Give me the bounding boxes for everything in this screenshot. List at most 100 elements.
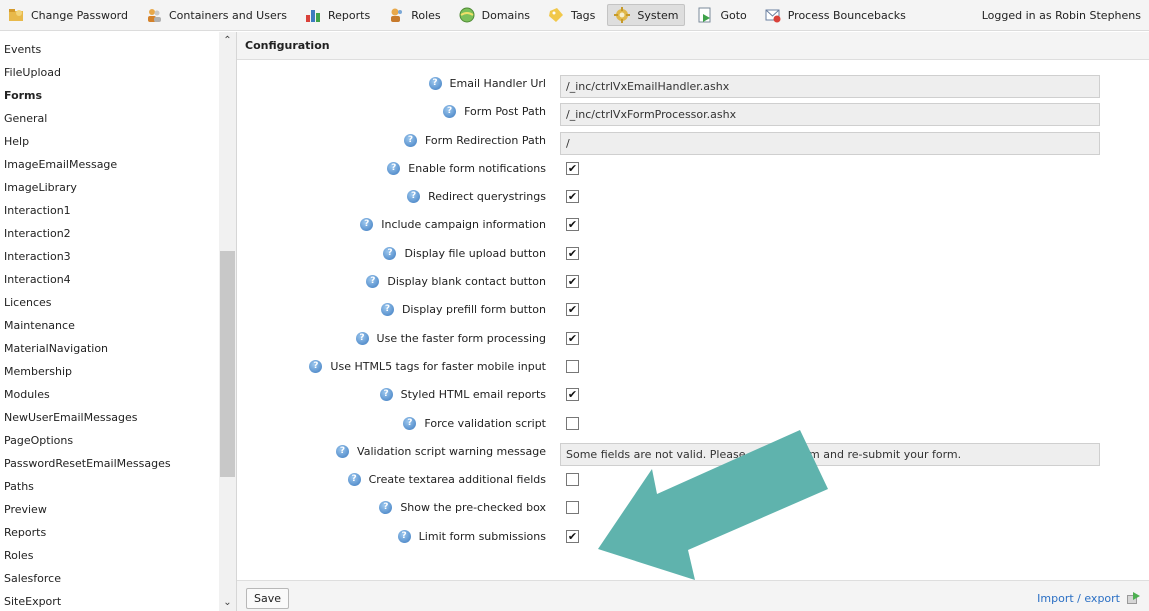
help-icon[interactable] [309, 359, 323, 373]
sidebar-item-forms[interactable]: Forms [0, 84, 220, 107]
import-export-icon[interactable] [1126, 590, 1141, 605]
setting-checkbox[interactable]: ✔ [566, 275, 579, 289]
sidebar-scrollbar[interactable]: ⌃ ⌄ [219, 32, 236, 611]
sidebar-item-preview[interactable]: Preview [0, 498, 220, 521]
setting-checkbox[interactable]: ✔ [566, 218, 579, 232]
setting-label-text: Display blank contact button [387, 275, 546, 289]
sidebar-item-modules[interactable]: Modules [0, 383, 220, 406]
scroll-down-icon[interactable]: ⌄ [219, 594, 236, 611]
sidebar-item-interaction1[interactable]: Interaction1 [0, 199, 220, 222]
setting-checkbox[interactable] [566, 501, 579, 515]
menu-item-process-bouncebacks[interactable]: Process Bouncebacks [759, 4, 912, 26]
help-icon[interactable] [428, 77, 442, 90]
setting-label: Include campaign information [360, 218, 546, 232]
sidebar-item-pageoptions[interactable]: PageOptions [0, 429, 220, 452]
setting-checkbox[interactable]: ✔ [566, 246, 579, 260]
scroll-up-icon[interactable]: ⌃ [219, 32, 236, 49]
menu-item-roles[interactable]: Roles [382, 4, 446, 26]
help-icon[interactable] [397, 529, 411, 543]
menu-item-change-password[interactable]: Change Password [2, 4, 134, 26]
setting-checkbox[interactable]: ✔ [566, 161, 579, 175]
save-button[interactable]: Save [246, 588, 290, 609]
sidebar-item-passwordresetemailmessages[interactable]: PasswordResetEmailMessages [0, 452, 220, 475]
setting-label-text: Limit form submissions [418, 529, 546, 543]
help-icon[interactable] [336, 444, 350, 458]
setting-text-input[interactable]: / [560, 131, 1100, 155]
setting-checkbox[interactable]: ✔ [566, 388, 579, 402]
help-icon[interactable] [403, 416, 417, 430]
setting-label: Show the pre-checked box [379, 501, 546, 515]
setting-row: Validation script warning message Some fi… [237, 441, 1149, 469]
setting-row: Display blank contact button ✔ [237, 271, 1149, 299]
setting-label: Display file upload button [383, 246, 546, 260]
sidebar-item-salesforce[interactable]: Salesforce [0, 567, 220, 590]
menu-item-containers-and-users[interactable]: Containers and Users [140, 4, 293, 26]
menu-item-goto[interactable]: Goto [691, 4, 752, 26]
help-icon[interactable] [355, 331, 369, 345]
sidebar-item-interaction3[interactable]: Interaction3 [0, 245, 220, 268]
help-icon[interactable] [379, 388, 393, 402]
sidebar-item-general[interactable]: General [0, 107, 220, 130]
sidebar-item-events[interactable]: Events [0, 38, 220, 61]
sidebar-item-licences[interactable]: Licences [0, 291, 220, 314]
setting-text-input[interactable]: /_inc/ctrlVxFormProcessor.ashx [560, 103, 1100, 127]
help-icon[interactable] [443, 105, 457, 119]
sidebar-item-help[interactable]: Help [0, 130, 220, 153]
setting-label: Form Post Path [443, 105, 546, 119]
setting-row: Redirect querystrings ✔ [237, 186, 1149, 214]
setting-checkbox[interactable]: ✔ [566, 331, 579, 345]
setting-label-text: Validation script warning message [357, 444, 546, 458]
sidebar-item-fileupload[interactable]: FileUpload [0, 61, 220, 84]
help-icon[interactable] [380, 303, 394, 317]
setting-checkbox[interactable]: ✔ [566, 529, 579, 543]
setting-checkbox[interactable]: ✔ [566, 303, 579, 317]
setting-checkbox[interactable] [566, 359, 579, 373]
menu-item-tags[interactable]: Tags [542, 4, 601, 26]
import-export-link[interactable]: Import / export [1037, 592, 1120, 605]
help-icon[interactable] [360, 218, 374, 232]
sidebar-item-membership[interactable]: Membership [0, 360, 220, 383]
menu-item-domains[interactable]: Domains [453, 4, 536, 26]
help-icon[interactable] [387, 161, 401, 175]
help-icon[interactable] [366, 275, 380, 289]
menu-item-label: Reports [327, 8, 371, 22]
sidebar-item-newuseremailmessages[interactable]: NewUserEmailMessages [0, 406, 220, 429]
setting-checkbox[interactable] [566, 416, 579, 430]
setting-label-text: Use the faster form processing [376, 331, 546, 345]
sidebar-item-reports[interactable]: Reports [0, 521, 220, 544]
mail-bounce-icon [765, 9, 781, 23]
setting-row: Create textarea additional fields [237, 469, 1149, 497]
setting-label-text: Email Handler Url [449, 77, 546, 90]
help-icon[interactable] [407, 190, 421, 204]
setting-checkbox[interactable]: ✔ [566, 190, 579, 204]
scroll-thumb[interactable] [220, 251, 235, 477]
menu-item-system[interactable]: System [607, 4, 686, 26]
help-icon[interactable] [383, 246, 397, 260]
setting-label-text: Form Redirection Path [425, 133, 546, 147]
menu-item-reports[interactable]: Reports [299, 4, 376, 26]
sidebar-item-imageemailmessage[interactable]: ImageEmailMessage [0, 153, 220, 176]
sidebar-list: Events FileUpload Forms General Help ImageEma… [0, 38, 220, 611]
setting-row: Styled HTML email reports ✔ [237, 384, 1149, 412]
setting-label: Email Handler Url [428, 77, 546, 90]
sidebar-item-interaction4[interactable]: Interaction4 [0, 268, 220, 291]
sidebar-item-paths[interactable]: Paths [0, 475, 220, 498]
help-icon[interactable] [404, 133, 417, 147]
sidebar-item-interaction2[interactable]: Interaction2 [0, 222, 220, 245]
configuration-form: Email Handler Url /_inc/ctrlVxEmailHandle… [237, 73, 1149, 554]
sidebar-item-maintenance[interactable]: Maintenance [0, 314, 220, 337]
tag-icon [549, 8, 564, 22]
sidebar-item-siteexport[interactable]: SiteExport [0, 590, 220, 611]
setting-text-input[interactable]: Some fields are not valid. Please correc… [560, 442, 1100, 466]
setting-label: Enable form notifications [387, 161, 546, 175]
sidebar-item-roles[interactable]: Roles [0, 544, 220, 567]
setting-label-text: Form Post Path [464, 105, 546, 119]
help-icon[interactable] [379, 501, 393, 515]
sidebar-item-materialnavigation[interactable]: MaterialNavigation [0, 337, 220, 360]
sidebar-item-imagelibrary[interactable]: ImageLibrary [0, 176, 220, 199]
help-icon[interactable] [347, 473, 361, 487]
setting-label-text: Display file upload button [404, 246, 546, 260]
setting-text-input[interactable]: /_inc/ctrlVxEmailHandler.ashx [560, 75, 1100, 98]
setting-checkbox[interactable] [566, 473, 579, 487]
setting-row: Display prefill form button ✔ [237, 299, 1149, 327]
